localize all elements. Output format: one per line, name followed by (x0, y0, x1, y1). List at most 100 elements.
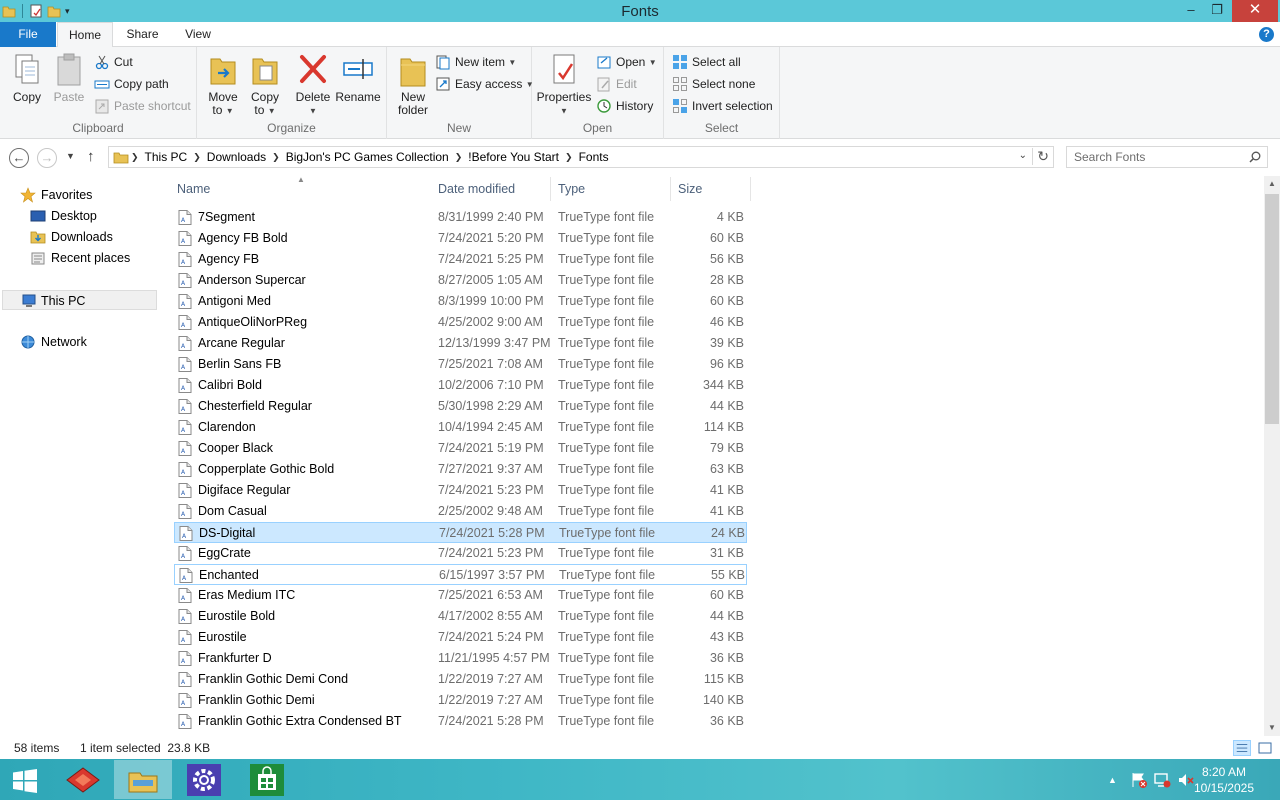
properties-button[interactable]: Properties ▼ (536, 51, 592, 117)
delete-button[interactable]: Delete ▼ (293, 51, 333, 117)
file-row[interactable]: A Chesterfield Regular 5/30/1998 2:29 AM Tr… (174, 396, 747, 417)
move-to-button[interactable]: Move to ▼ (203, 51, 243, 117)
scroll-up-arrow-icon[interactable]: ▲ (1264, 176, 1280, 192)
column-header-type[interactable]: Type (551, 177, 671, 201)
large-icons-view-icon[interactable] (1256, 740, 1274, 756)
address-bar[interactable]: ❯ This PC ❯ Downloads ❯ BigJon's PC Game… (108, 146, 1054, 168)
nav-network[interactable]: Network (20, 332, 87, 352)
file-name: Enchanted (199, 568, 259, 582)
rename-button[interactable]: Rename (335, 51, 381, 104)
close-button[interactable]: ✕ (1232, 0, 1278, 22)
open-button[interactable]: Open ▼ (596, 53, 657, 71)
breadcrumb-chevron-icon[interactable]: ❯ (129, 152, 141, 163)
file-row[interactable]: A Anderson Supercar 8/27/2005 1:05 AM TrueT… (174, 270, 747, 291)
taskbar-settings[interactable] (176, 760, 234, 799)
file-row[interactable]: A Dom Casual 2/25/2002 9:48 AM TrueType fon… (174, 501, 747, 522)
select-all-icon (673, 55, 687, 69)
search-input[interactable]: Search Fonts (1066, 146, 1268, 168)
file-row[interactable]: A Franklin Gothic Extra Condensed BT 7/24/… (174, 711, 747, 732)
scroll-down-arrow-icon[interactable]: ▼ (1264, 720, 1280, 736)
taskbar-file-explorer[interactable] (114, 760, 172, 799)
copy-to-button[interactable]: Copy to ▼ (245, 51, 285, 117)
tab-share[interactable]: Share (115, 22, 170, 47)
file-row[interactable]: A Agency FB 7/24/2021 5:25 PM TrueType font… (174, 249, 747, 270)
tab-home[interactable]: Home (57, 22, 113, 48)
edit-button[interactable]: Edit (596, 75, 637, 93)
file-row[interactable]: A Berlin Sans FB 7/25/2021 7:08 AM TrueType… (174, 354, 747, 375)
file-row[interactable]: A AntiqueOliNorPReg 4/25/2002 9:00 AM TrueT… (174, 312, 747, 333)
dropdown-arrow-icon: ▼ (267, 106, 276, 116)
volume-muted-icon[interactable] (1177, 771, 1195, 789)
help-icon[interactable]: ? (1259, 27, 1274, 42)
taskbar-store[interactable] (238, 760, 296, 799)
action-center-flag-icon[interactable] (1130, 771, 1148, 789)
paste-button[interactable]: Paste (50, 51, 88, 104)
breadcrumb-this-pc[interactable]: This PC (141, 150, 192, 164)
clock[interactable]: 8:20 AM 10/15/2025 (1194, 764, 1254, 796)
delete-label: Delete (295, 90, 331, 104)
address-dropdown-icon[interactable]: ⌄ (1019, 150, 1027, 161)
file-row[interactable]: A EggCrate 7/24/2021 5:23 PM TrueType font … (174, 543, 747, 564)
file-row[interactable]: A Arcane Regular 12/13/1999 3:47 PM TrueTyp… (174, 333, 747, 354)
file-row[interactable]: A 7Segment 8/31/1999 2:40 PM TrueType font … (174, 207, 747, 228)
maximize-button[interactable]: ❐ (1204, 0, 1230, 22)
column-header-size[interactable]: Size (671, 177, 751, 201)
refresh-icon[interactable]: ↻ (1032, 148, 1049, 165)
file-row[interactable]: A Frankfurter D 11/21/1995 4:57 PM TrueType… (174, 648, 747, 669)
file-row[interactable]: A Clarendon 10/4/1994 2:45 AM TrueType font… (174, 417, 747, 438)
minimize-button[interactable]: – (1178, 0, 1204, 22)
select-none-button[interactable]: Select none (672, 75, 755, 93)
vertical-scrollbar[interactable]: ▲ ▼ (1264, 176, 1280, 736)
file-row[interactable]: A Agency FB Bold 7/24/2021 5:20 PM TrueType… (174, 228, 747, 249)
new-item-button[interactable]: New item ▼ (435, 53, 516, 71)
invert-selection-button[interactable]: Invert selection (672, 97, 773, 115)
column-header-name[interactable]: Name (170, 177, 432, 201)
file-row[interactable]: A DS-Digital 7/24/2021 5:28 PM TrueType fon… (174, 522, 747, 543)
file-row[interactable]: A Enchanted 6/15/1997 3:57 PM TrueType font… (174, 564, 747, 585)
file-row[interactable]: A Eurostile 7/24/2021 5:24 PM TrueType font… (174, 627, 747, 648)
nav-favorites[interactable]: Favorites (20, 185, 92, 205)
breadcrumb-fonts[interactable]: Fonts (575, 150, 613, 164)
file-row[interactable]: A Franklin Gothic Demi Cond 1/22/2019 7:27… (174, 669, 747, 690)
nav-desktop[interactable]: Desktop (30, 206, 97, 226)
file-row[interactable]: A Eurostile Bold 4/17/2002 8:55 AM TrueType… (174, 606, 747, 627)
nav-downloads[interactable]: Downloads (30, 227, 113, 247)
nav-this-pc[interactable]: This PC (2, 290, 157, 310)
nav-recent-places[interactable]: Recent places (30, 248, 130, 268)
copy-path-button[interactable]: Copy path (94, 75, 169, 93)
file-row[interactable]: A Franklin Gothic Demi 1/22/2019 7:27 AM Tr… (174, 690, 747, 711)
show-hidden-icons-button[interactable]: ▲ (1108, 772, 1117, 800)
forward-button[interactable]: → (37, 148, 57, 168)
details-view-icon[interactable] (1233, 740, 1251, 756)
up-button[interactable]: ↑ (87, 148, 95, 165)
breadcrumb-chevron-icon[interactable]: ❯ (191, 152, 203, 163)
taskbar-game-app[interactable] (54, 760, 112, 799)
file-row[interactable]: A Calibri Bold 10/2/2006 7:10 PM TrueType f… (174, 375, 747, 396)
column-header-date-modified[interactable]: Date modified (431, 177, 551, 201)
cut-button[interactable]: Cut (94, 53, 133, 71)
copy-button[interactable]: Copy (8, 51, 46, 104)
breadcrumb-chevron-icon[interactable]: ❯ (563, 152, 575, 163)
tab-view[interactable]: View (172, 22, 224, 47)
select-all-button[interactable]: Select all (672, 53, 741, 71)
breadcrumb-games-collection[interactable]: BigJon's PC Games Collection (282, 150, 453, 164)
breadcrumb-chevron-icon[interactable]: ❯ (270, 152, 282, 163)
history-button[interactable]: History (596, 97, 653, 115)
scrollbar-thumb[interactable] (1265, 194, 1279, 424)
file-row[interactable]: A Cooper Black 7/24/2021 5:19 PM TrueType f… (174, 438, 747, 459)
breadcrumb-before-you-start[interactable]: !Before You Start (464, 150, 563, 164)
network-status-icon[interactable] (1153, 771, 1171, 789)
breadcrumb-chevron-icon[interactable]: ❯ (453, 152, 465, 163)
paste-shortcut-button[interactable]: Paste shortcut (94, 97, 191, 115)
file-row[interactable]: A Digiface Regular 7/24/2021 5:23 PM TrueTy… (174, 480, 747, 501)
back-button[interactable]: ← (9, 148, 29, 168)
recent-locations-chevron-icon[interactable]: ▼ (66, 151, 75, 161)
tab-file[interactable]: File (0, 22, 56, 47)
file-row[interactable]: A Eras Medium ITC 7/25/2021 6:53 AM TrueTyp… (174, 585, 747, 606)
file-row[interactable]: A Copperplate Gothic Bold 7/27/2021 9:37 A… (174, 459, 747, 480)
easy-access-button[interactable]: Easy access ▼ (435, 75, 534, 93)
new-folder-button[interactable]: New folder (393, 51, 433, 117)
file-row[interactable]: A Antigoni Med 8/3/1999 10:00 PM TrueType f… (174, 291, 747, 312)
start-button[interactable] (0, 760, 50, 799)
breadcrumb-downloads[interactable]: Downloads (203, 150, 270, 164)
